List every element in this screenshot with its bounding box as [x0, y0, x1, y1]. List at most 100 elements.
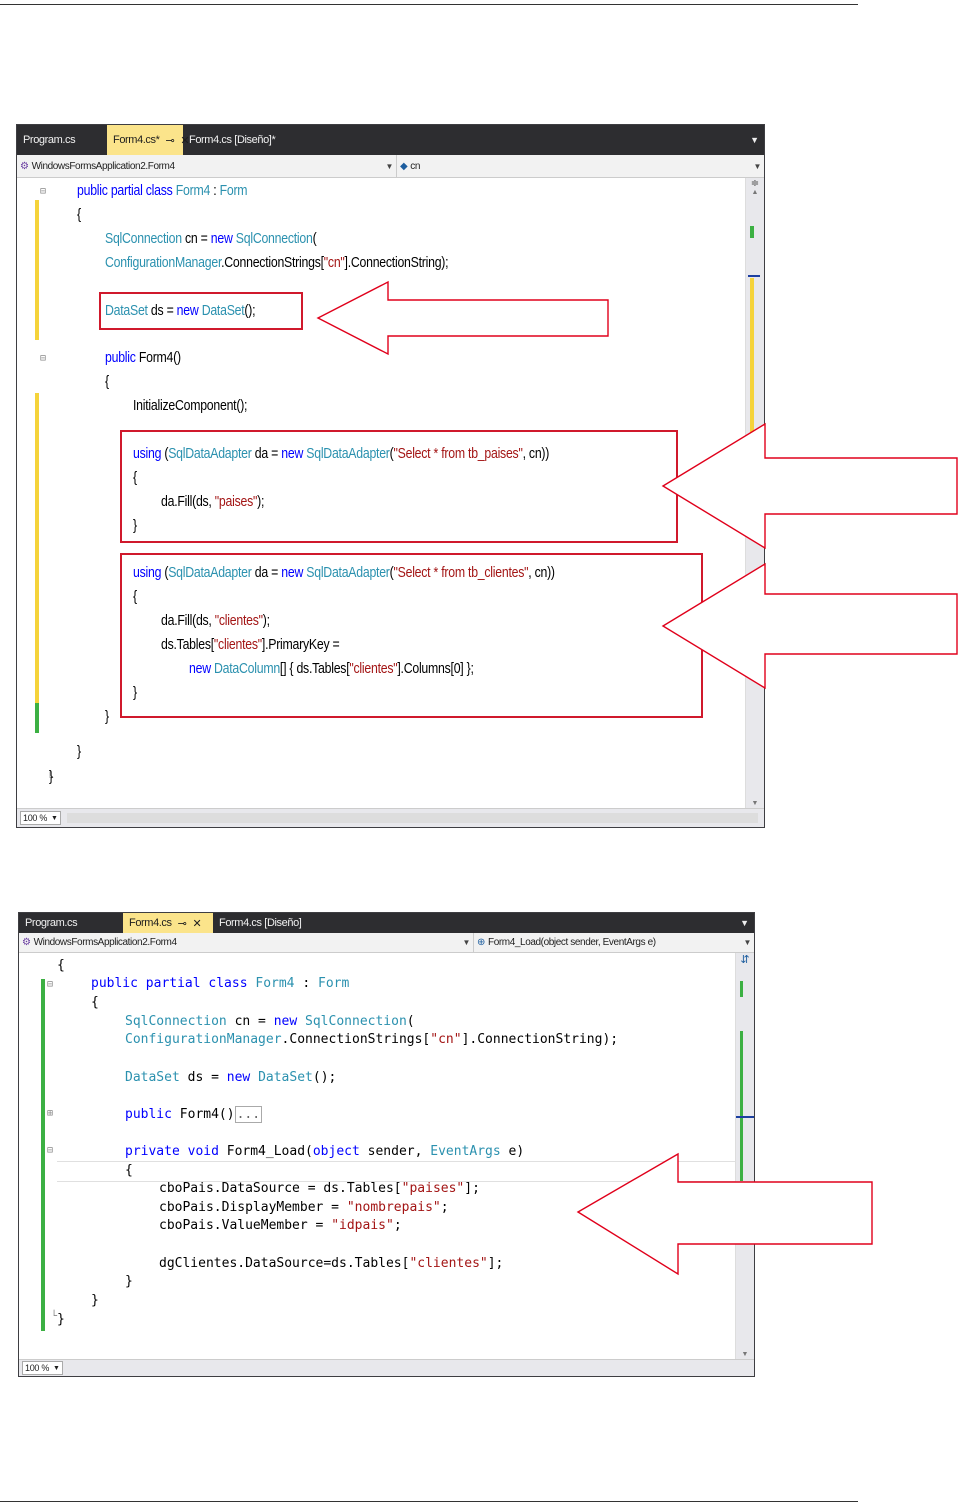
class-icon: ⚙ — [20, 160, 29, 172]
zoom-value: 100 % — [23, 813, 48, 823]
code-line: ConfigurationManager.ConnectionStrings["… — [125, 1032, 619, 1047]
code-line: { — [105, 373, 109, 390]
class-dropdown-value: WindowsFormsApplication2.Form4 — [31, 160, 175, 172]
editor-status-bar: 100 % ▼ — [17, 808, 764, 827]
scroll-down-icon[interactable]: ▼ — [736, 1351, 754, 1358]
change-indicator — [35, 393, 39, 703]
tab-label: Program.cs — [23, 134, 76, 146]
zoom-dropdown[interactable]: 100 % ▼ — [22, 1361, 63, 1375]
close-icon[interactable]: ✕ — [192, 917, 201, 930]
tab-label: Program.cs — [25, 917, 78, 929]
code-line: dgClientes.DataSource=ds.Tables["cliente… — [159, 1256, 504, 1271]
navigation-bar: ⚙ WindowsFormsApplication2.Form4 ▼ ⊕ Form4_… — [19, 933, 754, 953]
code-line: { — [57, 958, 65, 973]
class-dropdown[interactable]: ⚙ WindowsFormsApplication2.Form4 ▼ — [17, 155, 397, 177]
tab-label: Form4.cs — [129, 917, 172, 929]
code-line: InitializeComponent(); — [133, 397, 248, 414]
code-line: } — [77, 743, 81, 760]
code-line: ConfigurationManager.ConnectionStrings["… — [105, 254, 449, 271]
split-icon[interactable]: ⇵ — [736, 953, 754, 966]
code-line: } — [125, 1274, 133, 1289]
change-indicator — [41, 979, 45, 1331]
chevron-down-icon: ▼ — [385, 161, 393, 171]
document-tab-bar: Program.cs Form4.cs* ⊸ ✕ Form4.cs [Diseño]… — [17, 125, 764, 155]
collapse-icon[interactable]: ⊟ — [40, 353, 46, 364]
highlight-box-clientes-adapter — [120, 553, 703, 718]
member-dropdown[interactable]: ◆ cn ▼ — [397, 155, 764, 177]
collapse-icon[interactable]: ⊟ — [40, 186, 46, 197]
member-dropdown-value: cn — [410, 160, 421, 172]
method-icon: ⊕ — [477, 937, 485, 948]
annotation-arrow — [576, 1152, 873, 1276]
chevron-down-icon: ▼ — [462, 938, 470, 947]
collapse-icon[interactable]: ⊟ — [47, 1145, 53, 1156]
pin-icon[interactable]: ⊸ — [178, 917, 187, 930]
horizontal-scrollbar[interactable] — [68, 1363, 748, 1373]
annotation-arrow — [661, 422, 958, 550]
tab-form4-design[interactable]: Form4.cs [Diseño] — [213, 913, 307, 933]
zoom-dropdown[interactable]: 100 % ▼ — [20, 811, 61, 825]
tab-label: Form4.cs [Diseño]* — [189, 134, 276, 146]
pin-icon[interactable]: ⊸ — [166, 134, 175, 147]
tab-label: Form4.cs* — [113, 134, 160, 146]
code-line: } — [105, 708, 109, 725]
collapsed-region-box[interactable]: ... — [234, 1106, 263, 1123]
code-line: SqlConnection cn = new SqlConnection( — [105, 230, 317, 247]
code-line: { — [91, 995, 99, 1010]
code-line: { — [77, 206, 81, 223]
expand-icon[interactable]: ⊞ — [47, 1108, 53, 1119]
code-line: } — [57, 1312, 65, 1327]
class-dropdown[interactable]: ⚙ WindowsFormsApplication2.Form4 ▼ — [19, 933, 474, 952]
scroll-change-marker — [750, 226, 754, 238]
scroll-change-marker — [740, 981, 743, 997]
change-indicator — [35, 200, 39, 340]
class-icon: ⚙ — [22, 937, 31, 948]
change-indicator — [35, 703, 39, 733]
navigation-bar: ⚙ WindowsFormsApplication2.Form4 ▼ ◆ cn ▼ — [17, 155, 764, 178]
tab-program-cs[interactable]: Program.cs — [17, 125, 107, 155]
split-icon[interactable]: ≑ — [746, 178, 764, 189]
editor-status-bar: 100 % ▼ — [19, 1359, 754, 1376]
highlight-box-paises-adapter — [120, 430, 678, 543]
member-dropdown-value: Form4_Load(object sender, EventArgs e) — [487, 937, 656, 948]
member-dropdown[interactable]: ⊕ Form4_Load(object sender, EventArgs e) ▼ — [474, 933, 754, 952]
code-line: DataSet ds = new DataSet(); — [125, 1070, 337, 1085]
code-line: } — [49, 768, 53, 785]
tab-dropdown-icon[interactable]: ▼ — [745, 125, 764, 155]
chevron-down-icon: ▼ — [51, 814, 58, 822]
code-line: } — [91, 1293, 99, 1308]
code-line: SqlConnection cn = new SqlConnection( — [125, 1014, 415, 1029]
code-line: public partial class Form4 : Form — [91, 976, 350, 991]
tab-program-cs[interactable]: Program.cs — [19, 913, 123, 933]
horizontal-scrollbar[interactable] — [66, 813, 758, 823]
tab-form4-design[interactable]: Form4.cs [Diseño]* — [183, 125, 281, 155]
code-line: cboPais.DataSource = ds.Tables["paises"]… — [159, 1181, 480, 1196]
zoom-value: 100 % — [25, 1363, 50, 1373]
class-dropdown-value: WindowsFormsApplication2.Form4 — [33, 937, 177, 948]
scroll-caret-marker — [748, 275, 760, 277]
document-tab-bar: Program.cs Form4.cs ⊸ ✕ Form4.cs [Diseño] … — [19, 913, 754, 933]
ide-screenshot-2: Program.cs Form4.cs ⊸ ✕ Form4.cs [Diseño] … — [18, 912, 755, 1377]
code-line: { — [125, 1163, 133, 1178]
code-line: public Form4() — [105, 349, 181, 366]
highlight-box-dataset — [99, 292, 303, 330]
collapse-icon[interactable]: ⊟ — [47, 979, 53, 990]
tab-form4-cs[interactable]: Form4.cs ⊸ ✕ — [123, 913, 213, 933]
code-line: cboPais.DisplayMember = "nombrepais"; — [159, 1200, 449, 1215]
chevron-down-icon: ▼ — [743, 938, 751, 947]
chevron-down-icon: ▼ — [753, 161, 761, 171]
field-icon: ◆ — [400, 160, 408, 172]
annotation-arrow — [316, 280, 609, 356]
tab-dropdown-icon[interactable]: ▼ — [735, 913, 754, 933]
scroll-down-icon[interactable]: ▼ — [746, 800, 764, 807]
scroll-up-icon[interactable]: ▲ — [746, 189, 764, 196]
annotation-arrow — [661, 562, 958, 690]
code-line: public Form4()... — [125, 1106, 263, 1123]
top-rule — [0, 4, 858, 5]
chevron-down-icon: ▼ — [53, 1364, 60, 1372]
code-line: cboPais.ValueMember = "idpais"; — [159, 1218, 402, 1233]
code-line: public partial class Form4 : Form — [77, 182, 248, 199]
scroll-caret-marker — [736, 1116, 754, 1118]
tab-form4-cs[interactable]: Form4.cs* ⊸ ✕ — [107, 125, 190, 155]
code-line: private void Form4_Load(object sender, E… — [125, 1144, 525, 1159]
